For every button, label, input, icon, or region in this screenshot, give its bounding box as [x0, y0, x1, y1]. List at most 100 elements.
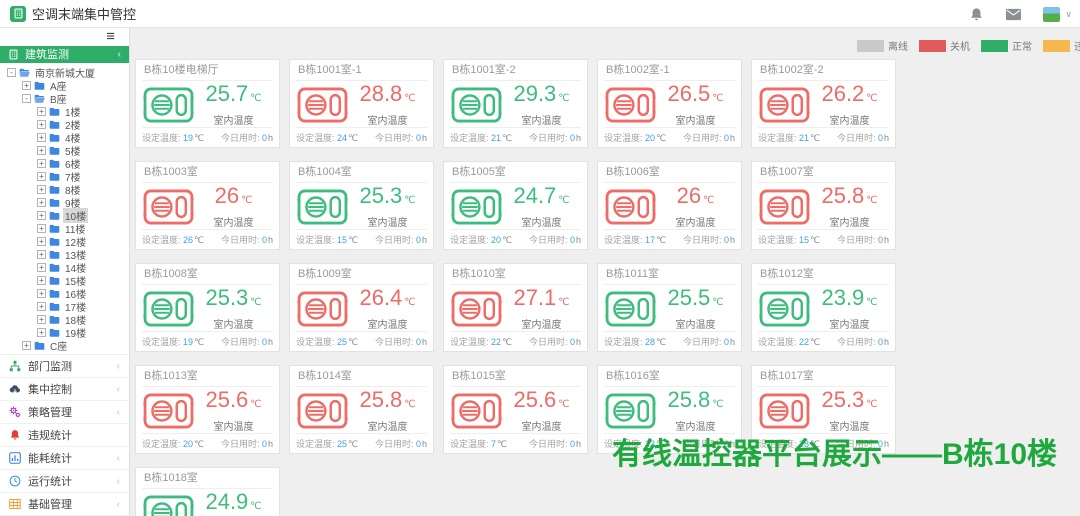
- room-card[interactable]: B栋1014室 25.8℃ 室内温度 设定温度: 25℃ 今日用时: 0h: [289, 365, 434, 454]
- room-card[interactable]: B栋1002室-2 26.2℃ 室内温度 设定温度: 21℃ 今日用时: 0h: [751, 59, 896, 148]
- tree-node[interactable]: + C座: [0, 339, 129, 352]
- room-card[interactable]: B栋1006室 26℃ 室内温度 设定温度: 17℃ 今日用时: 0h: [597, 161, 742, 250]
- room-card[interactable]: B栋1015室 25.6℃ 室内温度 设定温度: 7℃ 今日用时: 0h: [443, 365, 588, 454]
- app-header: 空调末端集中管控 ∨: [0, 0, 1080, 28]
- temp-unit: ℃: [404, 93, 415, 104]
- tree-expander-icon[interactable]: -: [22, 94, 31, 103]
- tree-expander-icon[interactable]: +: [37, 315, 46, 324]
- tree-expander-icon[interactable]: +: [37, 263, 46, 272]
- tree-expander-icon[interactable]: +: [22, 341, 31, 350]
- temp-unit: ℃: [558, 297, 569, 308]
- sidebar-item-building-monitor[interactable]: 建筑监测 ‹: [0, 46, 129, 63]
- tree-expander-icon[interactable]: +: [37, 120, 46, 129]
- temp-unit: ℃: [250, 93, 261, 104]
- indoor-temp-value: 26.2: [821, 81, 864, 106]
- temp-unit: ℃: [250, 399, 261, 410]
- indoor-temp-value: 25.8: [667, 387, 710, 412]
- user-menu[interactable]: ∨: [1043, 7, 1072, 22]
- tree-expander-icon[interactable]: -: [7, 68, 16, 77]
- room-card[interactable]: B栋1013室 25.6℃ 室内温度 设定温度: 20℃ 今日用时: 0h: [135, 365, 280, 454]
- sidebar-item[interactable]: 基础管理 ‹: [0, 493, 129, 516]
- temp-unit: ℃: [866, 93, 877, 104]
- indoor-temp-label: 室内温度: [810, 112, 889, 127]
- indoor-temp-value: 25.8: [359, 387, 402, 412]
- temp-unit: ℃: [866, 399, 877, 410]
- notifications-bell-icon[interactable]: [969, 7, 984, 22]
- tree-expander-icon[interactable]: +: [37, 250, 46, 259]
- tree-expander-icon[interactable]: +: [37, 302, 46, 311]
- folder-closed-icon: [49, 276, 60, 285]
- sidebar-item[interactable]: 运行统计 ‹: [0, 470, 129, 493]
- messages-mail-icon[interactable]: [1006, 7, 1021, 22]
- temp-unit: ℃: [712, 93, 723, 104]
- room-name: B栋1006室: [604, 162, 735, 183]
- indoor-temp-value: 27.1: [513, 285, 556, 310]
- sidebar-item[interactable]: 集中控制 ‹: [0, 378, 129, 401]
- temp-unit: ℃: [866, 195, 877, 206]
- set-temp: 设定温度: 24℃: [296, 131, 358, 144]
- status-legend: 离线 关机 正常 违规: [857, 38, 1080, 53]
- room-card[interactable]: B栋1002室-1 26.5℃ 室内温度 设定温度: 20℃ 今日用时: 0h: [597, 59, 742, 148]
- set-temp: 设定温度: 22℃: [758, 335, 820, 348]
- room-card[interactable]: B栋1001室-1 28.8℃ 室内温度 设定温度: 24℃ 今日用时: 0h: [289, 59, 434, 148]
- chevron-icon: ‹: [117, 453, 120, 464]
- sidebar-item-label: 运行统计: [28, 473, 72, 489]
- tree-expander-icon[interactable]: +: [22, 81, 31, 90]
- room-card[interactable]: B栋1005室 24.7℃ 室内温度 设定温度: 20℃ 今日用时: 0h: [443, 161, 588, 250]
- tree-expander-icon[interactable]: +: [37, 107, 46, 116]
- room-card[interactable]: B栋1001室-2 29.3℃ 室内温度 设定温度: 21℃ 今日用时: 0h: [443, 59, 588, 148]
- room-name: B栋1002室-1: [604, 60, 735, 81]
- tree-expander-icon[interactable]: +: [37, 224, 46, 233]
- temp-unit: ℃: [250, 501, 261, 512]
- tree-expander-icon[interactable]: +: [37, 276, 46, 285]
- room-card[interactable]: B栋1010室 27.1℃ 室内温度 设定温度: 22℃ 今日用时: 0h: [443, 263, 588, 352]
- tree-expander-icon[interactable]: +: [37, 198, 46, 207]
- room-card[interactable]: B栋1018室 24.9℃ 室内温度 设定温度: 25℃ 今日用时: 0h: [135, 467, 280, 516]
- sidebar-item[interactable]: 部门监测 ‹: [0, 355, 129, 378]
- room-card[interactable]: B栋1007室 25.8℃ 室内温度 设定温度: 15℃ 今日用时: 0h: [751, 161, 896, 250]
- indoor-temp-value: 26: [215, 183, 239, 208]
- sitemap-icon: [9, 360, 21, 372]
- room-card[interactable]: B栋1012室 23.9℃ 室内温度 设定温度: 22℃ 今日用时: 0h: [751, 263, 896, 352]
- ac-unit-icon: [451, 392, 502, 430]
- cloud-download-icon: [9, 383, 21, 395]
- sidebar-item[interactable]: 违规统计: [0, 424, 129, 447]
- tree-expander-icon[interactable]: +: [37, 133, 46, 142]
- tree-expander-icon[interactable]: +: [37, 172, 46, 181]
- indoor-temp-value: 28.8: [359, 81, 402, 106]
- sidebar-item[interactable]: 策略管理 ‹: [0, 401, 129, 424]
- room-card[interactable]: B栋10楼电梯厅 25.7℃ 室内温度 设定温度: 19℃ 今日用时: 0h: [135, 59, 280, 148]
- ac-unit-icon: [143, 290, 194, 328]
- folder-closed-icon: [49, 224, 60, 233]
- legend-label: 关机: [950, 38, 970, 53]
- tree-expander-icon[interactable]: +: [37, 159, 46, 168]
- legend-swatch: [857, 40, 884, 52]
- sidebar-item[interactable]: 能耗统计 ‹: [0, 447, 129, 470]
- temp-unit: ℃: [404, 399, 415, 410]
- temp-unit: ℃: [558, 195, 569, 206]
- room-card[interactable]: B栋1011室 25.5℃ 室内温度 设定温度: 28℃ 今日用时: 0h: [597, 263, 742, 352]
- folder-closed-icon: [49, 302, 60, 311]
- indoor-temp-value: 25.5: [667, 285, 710, 310]
- tree-expander-icon[interactable]: +: [37, 237, 46, 246]
- room-card[interactable]: B栋1003室 26℃ 室内温度 设定温度: 26℃ 今日用时: 0h: [135, 161, 280, 250]
- room-card[interactable]: B栋1004室 25.3℃ 室内温度 设定温度: 15℃ 今日用时: 0h: [289, 161, 434, 250]
- usage-time: 今日用时: 0h: [837, 131, 889, 144]
- tree-expander-icon[interactable]: +: [37, 146, 46, 155]
- tree-expander-icon[interactable]: +: [37, 289, 46, 298]
- ac-unit-icon: [605, 290, 656, 328]
- room-card[interactable]: B栋1008室 25.3℃ 室内温度 设定温度: 19℃ 今日用时: 0h: [135, 263, 280, 352]
- sidebar-collapse-button[interactable]: ≡: [106, 29, 115, 44]
- building-tree: - 南京新城大厦 + A座 - B座 + 1楼 + 2楼 + 4楼: [0, 63, 129, 354]
- room-name: B栋1017室: [758, 366, 889, 387]
- tree-expander-icon[interactable]: +: [37, 328, 46, 337]
- tree-expander-icon[interactable]: +: [37, 211, 46, 220]
- folder-closed-icon: [49, 159, 60, 168]
- room-card[interactable]: B栋1009室 26.4℃ 室内温度 设定温度: 25℃ 今日用时: 0h: [289, 263, 434, 352]
- indoor-temp-label: 室内温度: [502, 214, 581, 229]
- indoor-temp-value: 25.3: [359, 183, 402, 208]
- sidebar-item-label: 基础管理: [28, 496, 72, 512]
- user-avatar: [1043, 7, 1060, 22]
- building-icon: [8, 49, 19, 60]
- tree-expander-icon[interactable]: +: [37, 185, 46, 194]
